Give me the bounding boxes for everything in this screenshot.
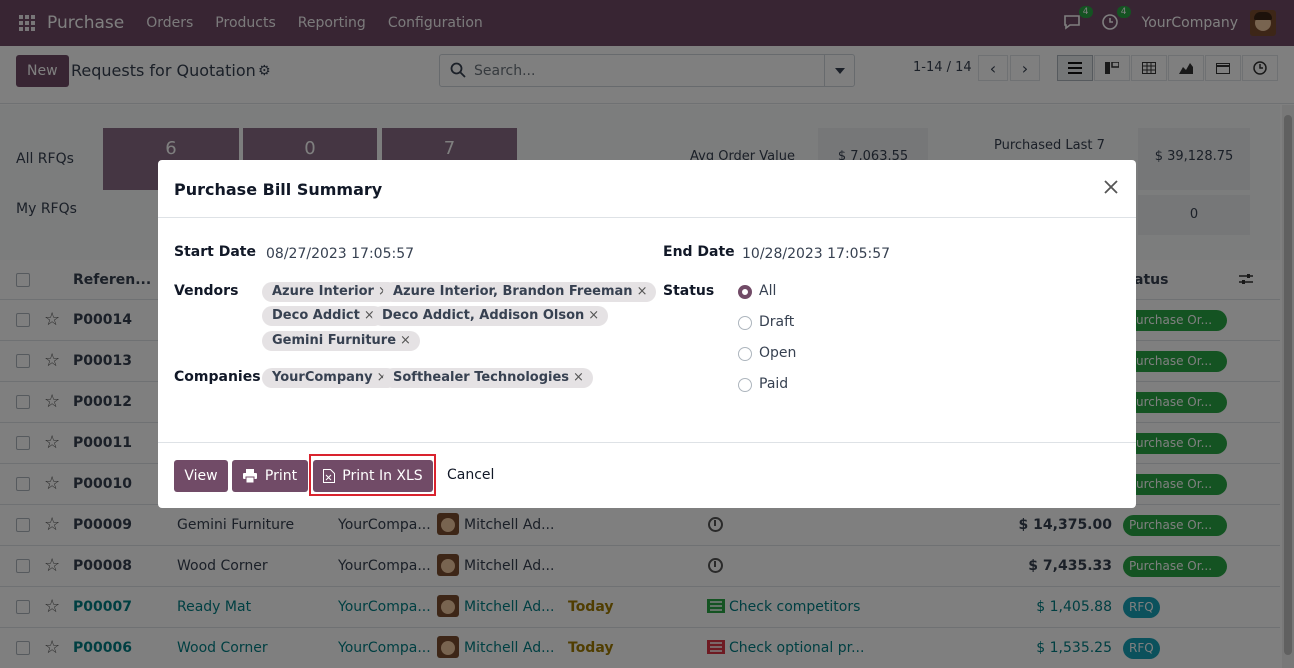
print-button[interactable]: Print — [232, 460, 308, 492]
tag-label: Deco Addict — [272, 308, 360, 323]
view-button[interactable]: View — [174, 460, 228, 492]
end-date-label: End Date — [663, 244, 735, 260]
dialog-footer: View Print Print In XLS Cancel — [158, 442, 1136, 508]
vendor-tag[interactable]: Deco Addict × — [262, 306, 384, 326]
start-date-field[interactable]: 08/27/2023 17:05:57 — [266, 246, 414, 262]
printer-icon — [242, 469, 257, 483]
tag-label: Azure Interior, Brandon Freeman — [393, 284, 633, 299]
vendor-tag[interactable]: Gemini Furniture × — [262, 331, 420, 351]
vendor-tag[interactable]: Azure Interior× — [262, 282, 398, 302]
status-radio-open[interactable] — [738, 347, 752, 361]
tag-label: Gemini Furniture — [272, 333, 397, 348]
companies-label: Companies — [174, 369, 261, 385]
status-radio-draft[interactable] — [738, 316, 752, 330]
remove-tag-icon[interactable]: × — [400, 333, 411, 348]
cancel-button[interactable]: Cancel — [447, 467, 494, 483]
tag-label: Softhealer Technologies — [393, 370, 570, 385]
close-icon[interactable] — [1102, 178, 1122, 198]
start-date-label: Start Date — [174, 244, 256, 260]
end-date-field[interactable]: 10/28/2023 17:05:57 — [742, 246, 890, 262]
status-radio-all[interactable] — [738, 285, 752, 299]
company-tag[interactable]: YourCompany× — [262, 368, 397, 388]
vendor-tag[interactable]: Deco Addict, Addison Olson × — [372, 306, 609, 326]
highlight-box — [309, 454, 436, 496]
dialog-title: Purchase Bill Summary — [174, 180, 383, 199]
status-radio-paid[interactable] — [738, 378, 752, 392]
status-option-label: All — [759, 283, 777, 299]
print-label: Print — [264, 468, 298, 484]
purchase-bill-summary-dialog: Purchase Bill Summary Start Date 08/27/2… — [158, 160, 1136, 508]
status-option-label: Open — [759, 345, 797, 361]
dialog-header: Purchase Bill Summary — [158, 160, 1136, 218]
remove-tag-icon[interactable]: × — [588, 308, 599, 323]
vendors-label: Vendors — [174, 283, 239, 299]
vendor-tag[interactable]: Azure Interior, Brandon Freeman × — [383, 282, 657, 302]
tag-label: YourCompany — [272, 370, 373, 385]
status-label: Status — [663, 283, 715, 299]
tag-label: Azure Interior — [272, 284, 374, 299]
company-tag[interactable]: Softhealer Technologies × — [383, 368, 593, 388]
tag-label: Deco Addict, Addison Olson — [382, 308, 585, 323]
remove-tag-icon[interactable]: × — [573, 370, 584, 385]
remove-tag-icon[interactable]: × — [637, 284, 648, 299]
status-option-label: Paid — [759, 376, 789, 392]
status-option-label: Draft — [759, 314, 795, 330]
